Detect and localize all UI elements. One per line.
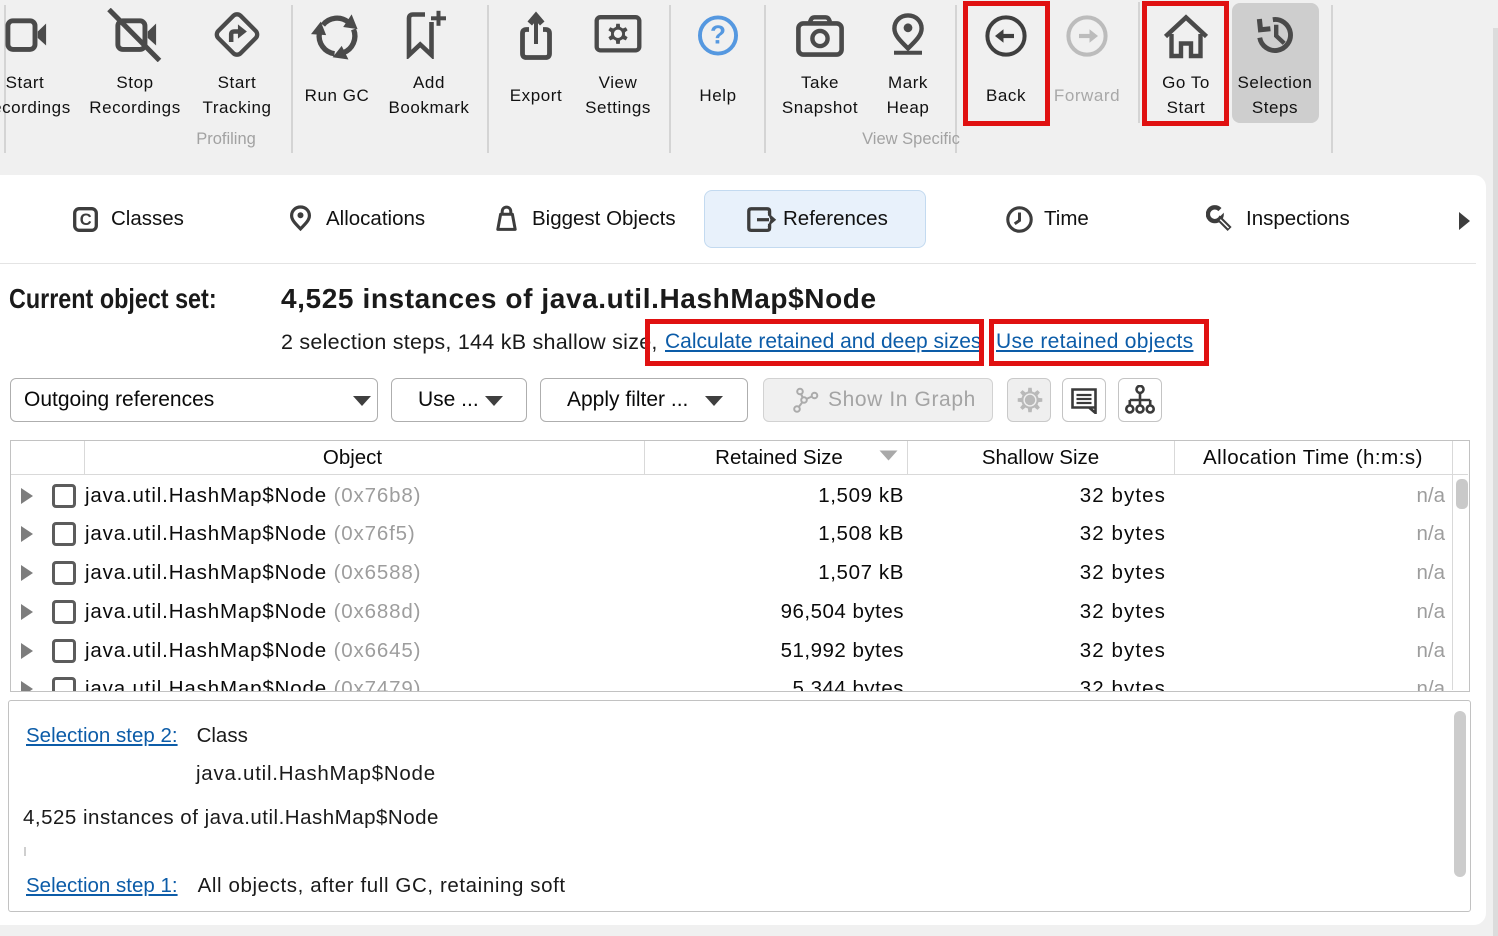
svg-text:?: ? <box>710 19 726 49</box>
svg-text:C: C <box>80 211 92 229</box>
